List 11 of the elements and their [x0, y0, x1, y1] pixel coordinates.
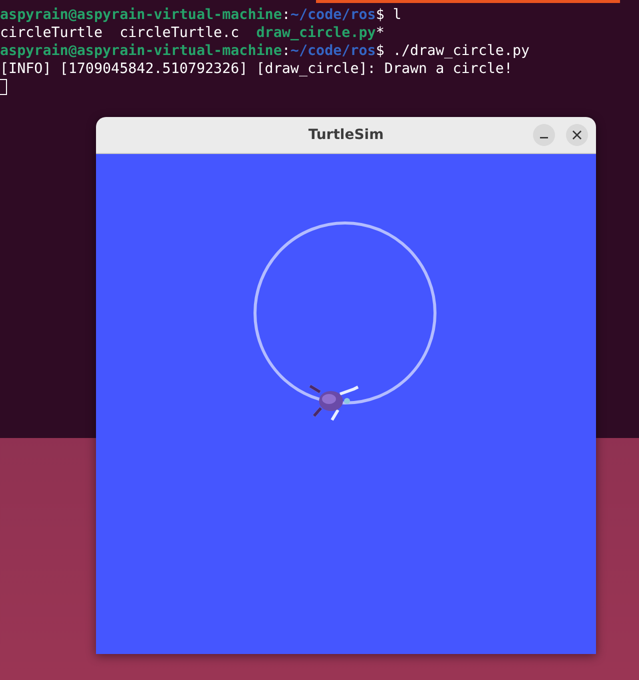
minimize-icon [540, 137, 548, 139]
terminal-line: circleTurtle circleTurtle.c draw_circle.py* [0, 24, 384, 42]
close-button[interactable] [566, 124, 588, 146]
terminal-line: [INFO] [1709045842.510792326] [draw_circle]: Drawn a circle! [0, 60, 512, 78]
terminal-line: aspyrain@aspyrain-virtual-machine:~/code/ros$ l [0, 6, 402, 24]
turtle-drawing [308, 384, 360, 422]
close-icon [572, 130, 582, 140]
terminal-line: aspyrain@aspyrain-virtual-machine:~/code/ros$ ./draw_circle.py [0, 42, 530, 60]
minimize-button[interactable] [533, 124, 555, 146]
window-title: TurtleSim [308, 127, 384, 143]
text-cursor [0, 79, 7, 95]
